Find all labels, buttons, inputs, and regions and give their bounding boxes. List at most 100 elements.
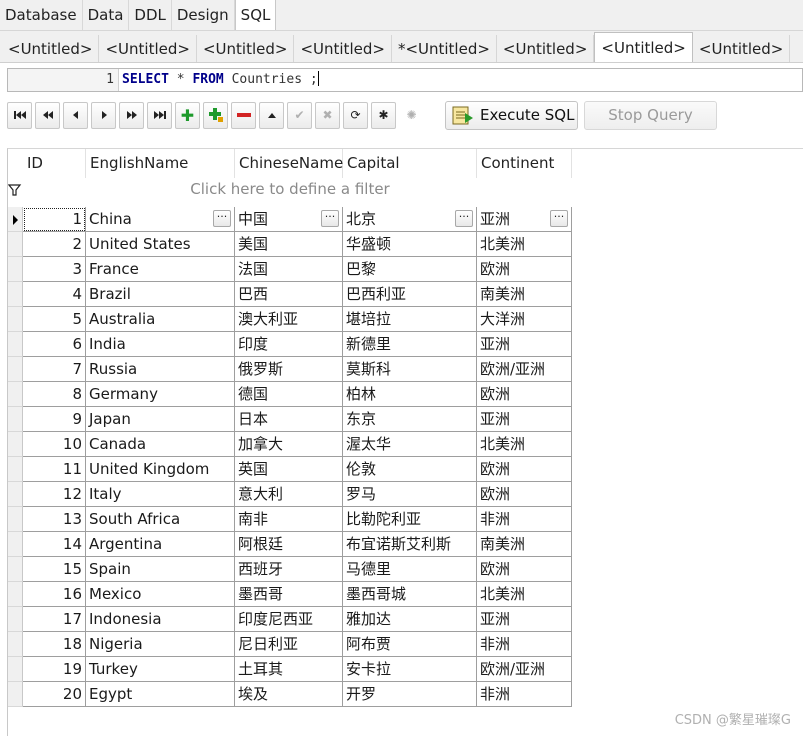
cell-continent[interactable]: 欧洲 bbox=[477, 557, 572, 582]
query-tab-2[interactable]: <Untitled> bbox=[99, 35, 197, 62]
cell-continent[interactable]: 欧洲 bbox=[477, 382, 572, 407]
cell-chinesename[interactable]: 土耳其 bbox=[235, 657, 343, 682]
cell-continent[interactable]: 南美洲 bbox=[477, 282, 572, 307]
cell-englishname[interactable]: Mexico bbox=[86, 582, 235, 607]
first-record-button[interactable] bbox=[7, 101, 32, 129]
column-header-continent[interactable]: Continent bbox=[477, 149, 572, 178]
cell-englishname[interactable]: United States bbox=[86, 232, 235, 257]
cell-chinesename[interactable]: 巴西 bbox=[235, 282, 343, 307]
column-header-chinesename[interactable]: ChineseName bbox=[235, 149, 343, 178]
table-row[interactable]: 14 Argentina 阿根廷 布宜诺斯艾利斯 南美洲 bbox=[8, 532, 572, 557]
cell-englishname[interactable]: Australia bbox=[86, 307, 235, 332]
cell-capital[interactable]: 墨西哥城 bbox=[343, 582, 477, 607]
row-indicator[interactable] bbox=[8, 582, 23, 607]
table-row[interactable]: 5 Australia 澳大利亚 堪培拉 大洋洲 bbox=[8, 307, 572, 332]
refresh-button[interactable]: ⟳ bbox=[343, 101, 368, 129]
cell-englishname[interactable]: United Kingdom bbox=[86, 457, 235, 482]
cell-chinesename[interactable]: 埃及 bbox=[235, 682, 343, 707]
cell-chinesename[interactable]: 印度尼西亚 bbox=[235, 607, 343, 632]
cell-id[interactable]: 20 bbox=[23, 682, 86, 707]
cell-continent[interactable]: 亚洲 bbox=[477, 332, 572, 357]
query-tab-1[interactable]: <Untitled> bbox=[2, 35, 100, 62]
cell-capital[interactable]: 雅加达 bbox=[343, 607, 477, 632]
row-indicator[interactable] bbox=[8, 482, 23, 507]
row-indicator[interactable] bbox=[8, 607, 23, 632]
cell-chinesename[interactable]: 阿根廷 bbox=[235, 532, 343, 557]
insert-clone-button[interactable] bbox=[203, 101, 228, 129]
cell-capital[interactable]: 马德里 bbox=[343, 557, 477, 582]
insert-record-button[interactable]: ✚ bbox=[175, 101, 200, 129]
row-indicator[interactable] bbox=[8, 532, 23, 557]
table-row[interactable]: 4 Brazil 巴西 巴西利亚 南美洲 bbox=[8, 282, 572, 307]
cell-continent[interactable]: 亚洲 bbox=[477, 407, 572, 432]
last-record-button[interactable] bbox=[147, 101, 172, 129]
table-row[interactable]: 10 Canada 加拿大 渥太华 北美洲 bbox=[8, 432, 572, 457]
cell-id[interactable]: 8 bbox=[23, 382, 86, 407]
query-tab-3[interactable]: <Untitled> bbox=[196, 35, 295, 62]
cell-chinesename[interactable]: 中国 ··· bbox=[235, 207, 343, 232]
cell-continent[interactable]: 大洋洲 bbox=[477, 307, 572, 332]
star-button[interactable]: ✱ bbox=[371, 101, 396, 129]
filter-row[interactable]: Click here to define a filter bbox=[8, 178, 572, 202]
cell-englishname[interactable]: China ··· bbox=[86, 207, 235, 232]
table-row[interactable]: 8 Germany 德国 柏林 欧洲 bbox=[8, 382, 572, 407]
prev-record-button[interactable] bbox=[63, 101, 88, 129]
cell-englishname[interactable]: Germany bbox=[86, 382, 235, 407]
query-tab-4[interactable]: <Untitled> bbox=[294, 35, 392, 62]
cell-continent[interactable]: 非洲 bbox=[477, 682, 572, 707]
cell-continent[interactable]: 南美洲 bbox=[477, 532, 572, 557]
row-indicator[interactable] bbox=[8, 457, 23, 482]
column-header-id[interactable]: ID bbox=[23, 149, 86, 178]
cell-capital[interactable]: 阿布贾 bbox=[343, 632, 477, 657]
row-indicator[interactable] bbox=[8, 407, 23, 432]
cell-continent[interactable]: 欧洲/亚洲 bbox=[477, 357, 572, 382]
cell-capital[interactable]: 北京 ··· bbox=[343, 207, 477, 232]
cell-chinesename[interactable]: 西班牙 bbox=[235, 557, 343, 582]
table-row[interactable]: 2 United States 美国 华盛顿 北美洲 bbox=[8, 232, 572, 257]
cell-chinesename[interactable]: 日本 bbox=[235, 407, 343, 432]
table-row[interactable]: 20 Egypt 埃及 开罗 非洲 bbox=[8, 682, 572, 707]
cell-englishname[interactable]: South Africa bbox=[86, 507, 235, 532]
top-tab-database[interactable]: Database bbox=[0, 0, 83, 30]
table-row[interactable]: 15 Spain 西班牙 马德里 欧洲 bbox=[8, 557, 572, 582]
cell-englishname[interactable]: Russia bbox=[86, 357, 235, 382]
query-tab-8[interactable]: <Untitled> bbox=[692, 35, 791, 62]
top-tab-data[interactable]: Data bbox=[83, 0, 130, 30]
table-row[interactable]: 6 India 印度 新德里 亚洲 bbox=[8, 332, 572, 357]
cell-id[interactable]: 15 bbox=[23, 557, 86, 582]
cell-id[interactable]: 3 bbox=[23, 257, 86, 282]
cell-capital[interactable]: 柏林 bbox=[343, 382, 477, 407]
cell-continent[interactable]: 北美洲 bbox=[477, 582, 572, 607]
cell-chinesename[interactable]: 澳大利亚 bbox=[235, 307, 343, 332]
row-indicator[interactable] bbox=[8, 382, 23, 407]
cell-continent[interactable]: 欧洲 bbox=[477, 457, 572, 482]
cell-chinesename[interactable]: 意大利 bbox=[235, 482, 343, 507]
cell-englishname[interactable]: India bbox=[86, 332, 235, 357]
table-row[interactable]: 13 South Africa 南非 比勒陀利亚 非洲 bbox=[8, 507, 572, 532]
cell-continent[interactable]: 亚洲 bbox=[477, 607, 572, 632]
table-row[interactable]: 12 Italy 意大利 罗马 欧洲 bbox=[8, 482, 572, 507]
cell-id[interactable]: 18 bbox=[23, 632, 86, 657]
row-indicator[interactable] bbox=[8, 232, 23, 257]
cell-capital[interactable]: 渥太华 bbox=[343, 432, 477, 457]
cell-capital[interactable]: 伦敦 bbox=[343, 457, 477, 482]
query-tab-5[interactable]: *<Untitled> bbox=[391, 35, 497, 62]
row-indicator[interactable] bbox=[8, 657, 23, 682]
table-row[interactable]: 11 United Kingdom 英国 伦敦 欧洲 bbox=[8, 457, 572, 482]
cell-englishname[interactable]: Spain bbox=[86, 557, 235, 582]
cell-chinesename[interactable]: 德国 bbox=[235, 382, 343, 407]
cell-capital[interactable]: 新德里 bbox=[343, 332, 477, 357]
cell-continent[interactable]: 北美洲 bbox=[477, 432, 572, 457]
cell-capital[interactable]: 巴黎 bbox=[343, 257, 477, 282]
cell-editor-ellipsis-button[interactable]: ··· bbox=[550, 210, 568, 227]
prev-page-button[interactable] bbox=[35, 101, 60, 129]
delete-record-button[interactable] bbox=[231, 101, 256, 129]
sparkle-button[interactable]: ✺ bbox=[399, 102, 424, 129]
next-record-button[interactable] bbox=[91, 101, 116, 129]
table-row[interactable]: 16 Mexico 墨西哥 墨西哥城 北美洲 bbox=[8, 582, 572, 607]
cell-capital[interactable]: 安卡拉 bbox=[343, 657, 477, 682]
cell-id[interactable]: 2 bbox=[23, 232, 86, 257]
cell-capital[interactable]: 比勒陀利亚 bbox=[343, 507, 477, 532]
cell-englishname[interactable]: Nigeria bbox=[86, 632, 235, 657]
cell-id[interactable]: 7 bbox=[23, 357, 86, 382]
